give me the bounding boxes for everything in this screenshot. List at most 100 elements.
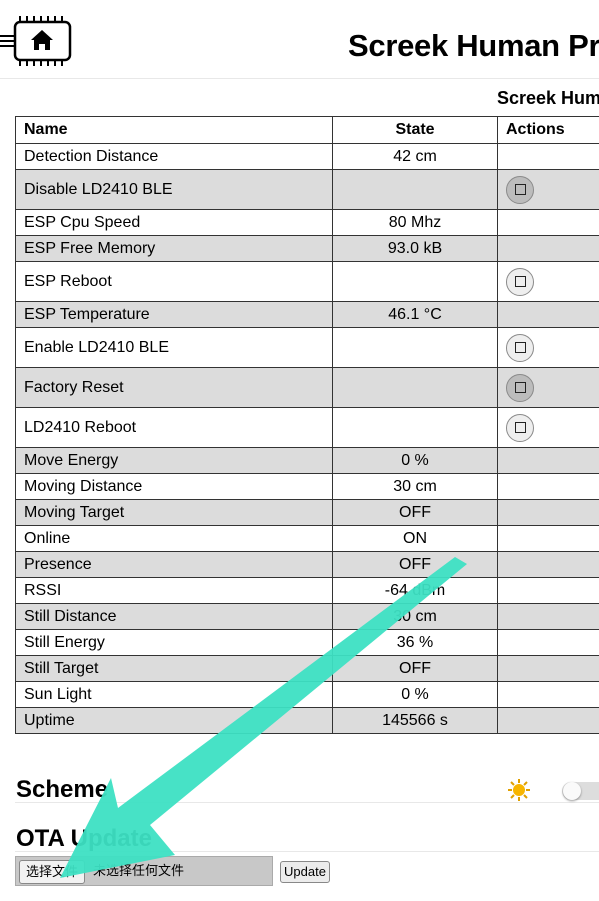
row-state	[332, 327, 498, 368]
table-row: Detection Distance 42 cm	[15, 143, 599, 170]
press-button[interactable]	[506, 267, 534, 296]
row-state: 93.0 kB	[332, 235, 498, 262]
row-state: 80 Mhz	[332, 209, 498, 236]
row-name: LD2410 Reboot	[15, 407, 333, 448]
row-name: ESP Reboot	[15, 261, 333, 302]
update-button[interactable]: Update	[280, 861, 330, 883]
row-actions	[497, 577, 599, 604]
press-button[interactable]	[506, 175, 534, 204]
row-actions	[497, 525, 599, 552]
table-row: ESP Free Memory 93.0 kB	[15, 235, 599, 262]
row-state: 30 cm	[332, 473, 498, 500]
row-actions	[497, 143, 599, 170]
row-actions	[497, 261, 599, 302]
row-state: 30 cm	[332, 603, 498, 630]
table-row: Moving Target OFF	[15, 499, 599, 526]
page-subtitle: Screek Hum	[497, 88, 599, 108]
row-name: ESP Temperature	[15, 301, 333, 328]
row-name: Move Energy	[15, 447, 333, 474]
row-name: RSSI	[15, 577, 333, 604]
table-row: Presence OFF	[15, 551, 599, 578]
row-state	[332, 367, 498, 408]
table-row: Online ON	[15, 525, 599, 552]
row-state: OFF	[332, 655, 498, 682]
row-name: Still Target	[15, 655, 333, 682]
row-actions	[497, 447, 599, 474]
row-state	[332, 261, 498, 302]
choose-file-button[interactable]: 选择文件	[19, 860, 86, 884]
toggle-knob	[563, 782, 581, 800]
header: Screek Human Pr	[0, 0, 599, 79]
table-row: LD2410 Reboot	[15, 407, 599, 448]
column-header-name: Name	[15, 116, 333, 144]
column-header-actions: Actions	[497, 116, 599, 144]
row-state: 36 %	[332, 629, 498, 656]
row-actions	[497, 655, 599, 682]
table-row: Still Energy 36 %	[15, 629, 599, 656]
table-row: ESP Temperature 46.1 °C	[15, 301, 599, 328]
table-row: Still Target OFF	[15, 655, 599, 682]
row-name: Detection Distance	[15, 143, 333, 170]
row-state: 0 %	[332, 681, 498, 708]
table-row: Factory Reset	[15, 367, 599, 408]
table-row: ESP Cpu Speed 80 Mhz	[15, 209, 599, 236]
row-name: Factory Reset	[15, 367, 333, 408]
square-icon	[514, 382, 526, 393]
table-header-row: Name State Actions	[15, 116, 599, 144]
row-state: 0 %	[332, 447, 498, 474]
square-icon	[514, 422, 526, 433]
row-name: Enable LD2410 BLE	[15, 327, 333, 368]
row-name: Online	[15, 525, 333, 552]
press-button[interactable]	[506, 333, 534, 362]
row-actions	[497, 209, 599, 236]
scheme-toggle[interactable]	[562, 782, 599, 800]
row-actions	[497, 367, 599, 408]
row-actions	[497, 169, 599, 210]
row-actions	[497, 301, 599, 328]
row-name: Sun Light	[15, 681, 333, 708]
row-actions	[497, 681, 599, 708]
row-state: 46.1 °C	[332, 301, 498, 328]
row-name: Uptime	[15, 707, 333, 734]
no-file-selected-text: 未选择任何文件	[93, 863, 185, 878]
row-state: 145566 s	[332, 707, 498, 734]
row-actions	[497, 551, 599, 578]
row-name: Still Energy	[15, 629, 333, 656]
row-name: Presence	[15, 551, 333, 578]
row-actions	[497, 499, 599, 526]
row-state: ON	[332, 525, 498, 552]
column-header-state: State	[332, 116, 498, 144]
divider	[15, 851, 599, 852]
row-actions	[497, 327, 599, 368]
row-actions	[497, 707, 599, 734]
row-name: ESP Cpu Speed	[15, 209, 333, 236]
row-name: Moving Distance	[15, 473, 333, 500]
table-row: RSSI -64 dBm	[15, 577, 599, 604]
row-state	[332, 169, 498, 210]
page-title: Screek Human Pr	[348, 28, 599, 63]
press-button[interactable]	[506, 373, 534, 402]
row-name: Moving Target	[15, 499, 333, 526]
row-actions	[497, 603, 599, 630]
ota-title: OTA Update	[16, 825, 152, 852]
square-icon	[514, 184, 526, 195]
row-actions	[497, 629, 599, 656]
row-name: Still Distance	[15, 603, 333, 630]
table-row: Disable LD2410 BLE	[15, 169, 599, 210]
press-button[interactable]	[506, 413, 534, 442]
table-row: Moving Distance 30 cm	[15, 473, 599, 500]
row-name: ESP Free Memory	[15, 235, 333, 262]
row-actions	[497, 407, 599, 448]
row-state: OFF	[332, 551, 498, 578]
square-icon	[514, 342, 526, 353]
row-state: -64 dBm	[332, 577, 498, 604]
row-actions	[497, 473, 599, 500]
file-input[interactable]: 选择文件 未选择任何文件	[15, 856, 273, 886]
table-row: Still Distance 30 cm	[15, 603, 599, 630]
row-name: Disable LD2410 BLE	[15, 169, 333, 210]
row-state: OFF	[332, 499, 498, 526]
home-logo-icon[interactable]	[0, 14, 72, 68]
row-state	[332, 407, 498, 448]
row-state: 42 cm	[332, 143, 498, 170]
scheme-title: Scheme	[16, 776, 109, 803]
